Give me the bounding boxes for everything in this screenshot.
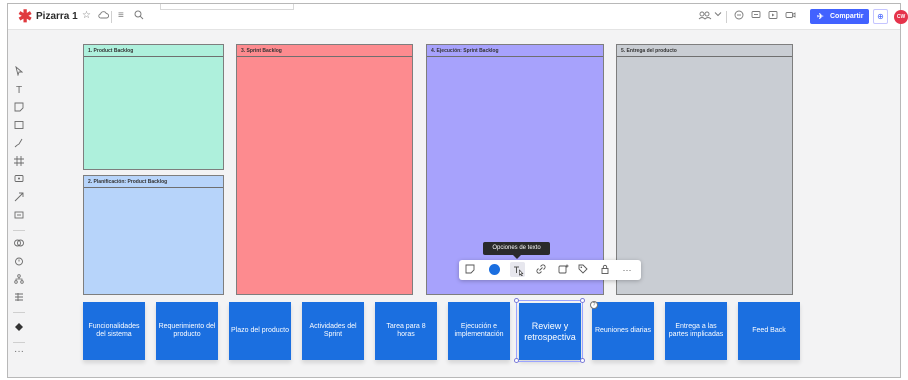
select-icon[interactable]: [10, 65, 28, 80]
divider: [13, 342, 25, 343]
text-options-icon[interactable]: [512, 264, 524, 277]
left-toolbar: T ···: [10, 58, 28, 368]
resize-handle[interactable]: [514, 298, 519, 303]
frame-sprint-backlog[interactable]: 3. Sprint Backlog: [236, 44, 413, 295]
frame-title: 1. Product Backlog: [84, 45, 223, 57]
sticky-note[interactable]: Entrega a las partes implicadas: [665, 302, 727, 360]
sticky-note[interactable]: Feed Back: [738, 302, 800, 360]
template-icon[interactable]: [10, 210, 28, 224]
present-icon[interactable]: [768, 10, 778, 24]
frame-title: 3. Sprint Backlog: [237, 45, 412, 57]
comment-icon[interactable]: [734, 10, 744, 24]
resize-handle[interactable]: [580, 358, 585, 363]
avatar[interactable]: CW: [894, 10, 908, 24]
sticky-note[interactable]: Plazo del producto: [229, 302, 291, 360]
help-icon[interactable]: ?: [590, 301, 598, 309]
selection-outline: [516, 300, 583, 362]
lock-icon[interactable]: [599, 264, 611, 276]
board-title[interactable]: Pizarra 1: [36, 11, 78, 22]
screen-icon[interactable]: [785, 10, 796, 24]
resize-handle[interactable]: [580, 298, 585, 303]
more-icon[interactable]: ···: [621, 264, 633, 276]
sticky-note[interactable]: Ejecución e implementación: [448, 302, 510, 360]
divider: [13, 312, 25, 313]
search-icon[interactable]: [134, 10, 144, 24]
chevron-down-icon[interactable]: [714, 10, 722, 22]
asterisk-logo-icon[interactable]: ✱: [18, 8, 32, 26]
context-toolbar: ···: [459, 260, 641, 280]
connector-icon[interactable]: [10, 192, 28, 206]
reactions-icon[interactable]: [698, 10, 712, 24]
divider: [726, 11, 727, 23]
sticky-note[interactable]: Requerimiento del producto: [156, 302, 218, 360]
frame-product-backlog[interactable]: 1. Product Backlog: [83, 44, 224, 170]
share-button[interactable]: ✈ Compartir: [810, 9, 869, 24]
divider: [111, 11, 112, 23]
link-share-icon[interactable]: ⊕: [873, 9, 888, 24]
divider: [13, 230, 25, 231]
link-icon[interactable]: [10, 238, 28, 252]
cloud-icon[interactable]: [98, 10, 110, 23]
frame-entrega[interactable]: 5. Entrega del producto: [616, 44, 793, 295]
share-label: Compartir: [830, 13, 864, 20]
link-icon[interactable]: [535, 264, 547, 276]
tooltip: Opciones de texto: [483, 242, 550, 255]
chat-icon[interactable]: [751, 10, 761, 24]
frame-planificacion[interactable]: 2. Planificación: Product Backlog: [83, 175, 224, 295]
sticky-shape-icon[interactable]: [464, 264, 476, 276]
frame-title: 2. Planificación: Product Backlog: [84, 176, 223, 188]
comment-icon[interactable]: [10, 174, 28, 188]
sticky-note[interactable]: Actividades del Sprint: [302, 302, 364, 360]
table-icon[interactable]: [10, 292, 28, 306]
star-icon[interactable]: ☆: [82, 10, 91, 22]
text-icon[interactable]: T: [10, 84, 28, 98]
apps-icon[interactable]: [10, 322, 28, 336]
frame-icon[interactable]: [10, 156, 28, 170]
sticky-note[interactable]: Reuniones diarias: [592, 302, 654, 360]
tag-icon[interactable]: [577, 264, 589, 276]
sticky-note[interactable]: Tarea para 8 horas: [375, 302, 437, 360]
resize-handle[interactable]: [514, 358, 519, 363]
frame-title: 5. Entrega del producto: [617, 45, 792, 57]
mindmap-icon[interactable]: [10, 274, 28, 288]
send-icon: ✈: [817, 12, 824, 21]
frame-title: 4. Ejecución: Sprint Backlog: [427, 45, 603, 57]
add-reaction-icon[interactable]: [557, 264, 569, 276]
tooltip-arrow: [513, 255, 521, 259]
menu-icon[interactable]: ≡: [118, 10, 124, 22]
shape-icon[interactable]: [10, 120, 28, 134]
sticky-note-icon[interactable]: [10, 102, 28, 116]
title-input-outline: [160, 4, 294, 10]
color-icon[interactable]: [489, 264, 500, 275]
timer-icon[interactable]: [10, 256, 28, 270]
pen-icon[interactable]: [10, 138, 28, 152]
sticky-note[interactable]: Funcionalidades del sistema: [83, 302, 145, 360]
top-bar: ✱ Pizarra 1 ☆ ≡ ✈ Compartir ⊕ CW: [8, 4, 908, 30]
more-icon[interactable]: ···: [10, 345, 28, 359]
